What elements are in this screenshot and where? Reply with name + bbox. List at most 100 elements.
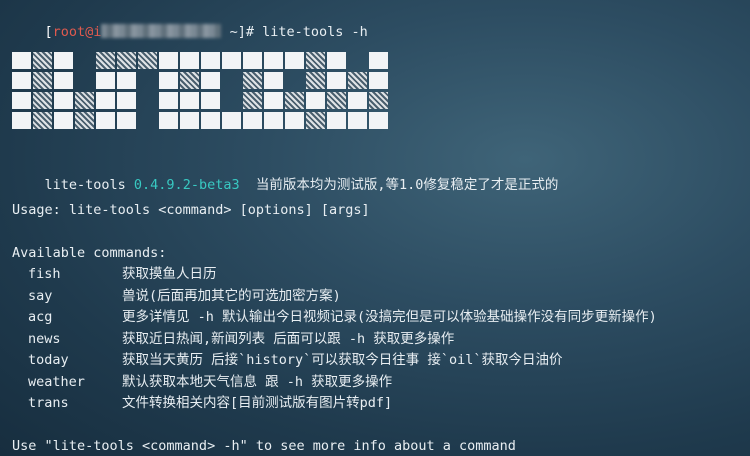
banner-block bbox=[369, 72, 388, 89]
banner-block bbox=[222, 72, 241, 89]
banner-block bbox=[264, 72, 283, 89]
banner-block bbox=[117, 92, 136, 109]
banner-block bbox=[159, 52, 178, 69]
banner-block bbox=[201, 72, 220, 89]
banner-block bbox=[348, 92, 367, 109]
banner-block bbox=[75, 72, 94, 89]
banner-block bbox=[285, 92, 304, 109]
banner-block bbox=[96, 52, 115, 69]
banner-block bbox=[306, 72, 325, 89]
command-name: trans bbox=[28, 395, 69, 411]
command-description: 获取当天黄历 后接`history`可以获取今日往事 接`oil`获取今日油价 bbox=[122, 352, 563, 368]
banner-block bbox=[96, 112, 115, 129]
command-description: 文件转换相关内容[目前测试版有图片转pdf] bbox=[122, 395, 393, 411]
available-commands-header: Available commands: bbox=[12, 245, 167, 261]
banner-block bbox=[54, 72, 73, 89]
banner-block bbox=[348, 72, 367, 89]
banner-block bbox=[369, 92, 388, 109]
banner-block bbox=[243, 92, 262, 109]
banner-block bbox=[33, 52, 52, 69]
banner-row bbox=[12, 112, 390, 129]
banner-block bbox=[33, 92, 52, 109]
banner-block bbox=[117, 72, 136, 89]
command-description: 兽说(后面再加其它的可选加密方案) bbox=[122, 287, 341, 304]
banner-block bbox=[285, 72, 304, 89]
command-name: say bbox=[28, 287, 53, 304]
banner-row bbox=[12, 92, 390, 109]
banner-row bbox=[12, 52, 390, 69]
banner-block bbox=[138, 72, 157, 89]
banner-block bbox=[243, 52, 262, 69]
banner-block bbox=[180, 52, 199, 69]
banner-block bbox=[117, 52, 136, 69]
banner-block bbox=[12, 92, 31, 109]
command-name: acg bbox=[28, 309, 53, 325]
banner-block bbox=[33, 112, 52, 129]
banner-row bbox=[12, 72, 390, 89]
banner-block bbox=[285, 112, 304, 129]
command-description: 获取近日热闻,新闻列表 后面可以跟 -h 获取更多操作 bbox=[122, 330, 455, 347]
banner-block bbox=[348, 52, 367, 69]
banner-block bbox=[327, 52, 346, 69]
banner-block bbox=[96, 72, 115, 89]
banner-block bbox=[348, 112, 367, 129]
banner-block bbox=[75, 112, 94, 129]
banner-block bbox=[54, 92, 73, 109]
banner-block bbox=[75, 92, 94, 109]
version-number: 0.4.9.2-beta3 bbox=[133, 177, 240, 193]
banner-block bbox=[264, 92, 283, 109]
banner-block bbox=[180, 112, 199, 129]
prompt-bracket: [ bbox=[44, 24, 53, 40]
banner-block bbox=[159, 72, 178, 89]
prompt-tail: ~]# bbox=[221, 24, 263, 40]
banner-block bbox=[33, 72, 52, 89]
banner-block bbox=[222, 52, 241, 69]
banner-block bbox=[369, 52, 388, 69]
banner-block bbox=[138, 92, 157, 109]
usage-line: Usage: lite-tools <command> [options] [a… bbox=[12, 202, 370, 218]
command-description: 更多详情见 -h 默认输出今日视频记录(没搞完但是可以体验基础操作没有同步更新操… bbox=[122, 309, 657, 325]
banner-block bbox=[138, 112, 157, 129]
banner-block bbox=[264, 112, 283, 129]
banner-block bbox=[180, 72, 199, 89]
banner-block bbox=[12, 112, 31, 129]
banner-block bbox=[96, 92, 115, 109]
banner-block bbox=[264, 52, 283, 69]
prompt-line: [root@i ~]# lite-tools -h bbox=[12, 5, 368, 59]
banner-block bbox=[12, 72, 31, 89]
redacted-hostname bbox=[101, 24, 222, 38]
banner-block bbox=[327, 72, 346, 89]
terminal-window[interactable]: [root@i ~]# lite-tools -h lite-tools 0.4… bbox=[12, 0, 748, 456]
banner-block bbox=[306, 112, 325, 129]
banner-block bbox=[12, 52, 31, 69]
command-name: today bbox=[28, 352, 69, 368]
banner-block bbox=[159, 92, 178, 109]
banner-block bbox=[201, 52, 220, 69]
command-name: fish bbox=[28, 266, 61, 282]
banner-block bbox=[222, 112, 241, 129]
banner-block bbox=[54, 112, 73, 129]
command-description: 获取摸鱼人日历 bbox=[122, 266, 217, 282]
banner-block bbox=[285, 52, 304, 69]
app-name: lite-tools bbox=[44, 177, 134, 193]
banner-block bbox=[327, 112, 346, 129]
banner-block bbox=[201, 112, 220, 129]
banner-block bbox=[306, 52, 325, 69]
prompt-command: lite-tools -h bbox=[262, 24, 368, 40]
footer-line: Use "lite-tools <command> -h" to see mor… bbox=[12, 438, 516, 454]
banner-block bbox=[222, 92, 241, 109]
banner-block bbox=[243, 72, 262, 89]
banner-block bbox=[243, 112, 262, 129]
command-name: news bbox=[28, 330, 61, 347]
version-notice: 当前版本均为测试版,等1.0修复稳定了才是正式的 bbox=[239, 177, 559, 193]
command-description: 默认获取本地天气信息 跟 -h 获取更多操作 bbox=[122, 373, 393, 390]
banner-block bbox=[180, 92, 199, 109]
banner-block bbox=[369, 112, 388, 129]
banner-block bbox=[201, 92, 220, 109]
banner-block bbox=[327, 92, 346, 109]
command-name: weather bbox=[28, 373, 85, 390]
banner-block bbox=[306, 92, 325, 109]
banner-block bbox=[138, 52, 157, 69]
banner-block bbox=[117, 112, 136, 129]
banner-block bbox=[159, 112, 178, 129]
